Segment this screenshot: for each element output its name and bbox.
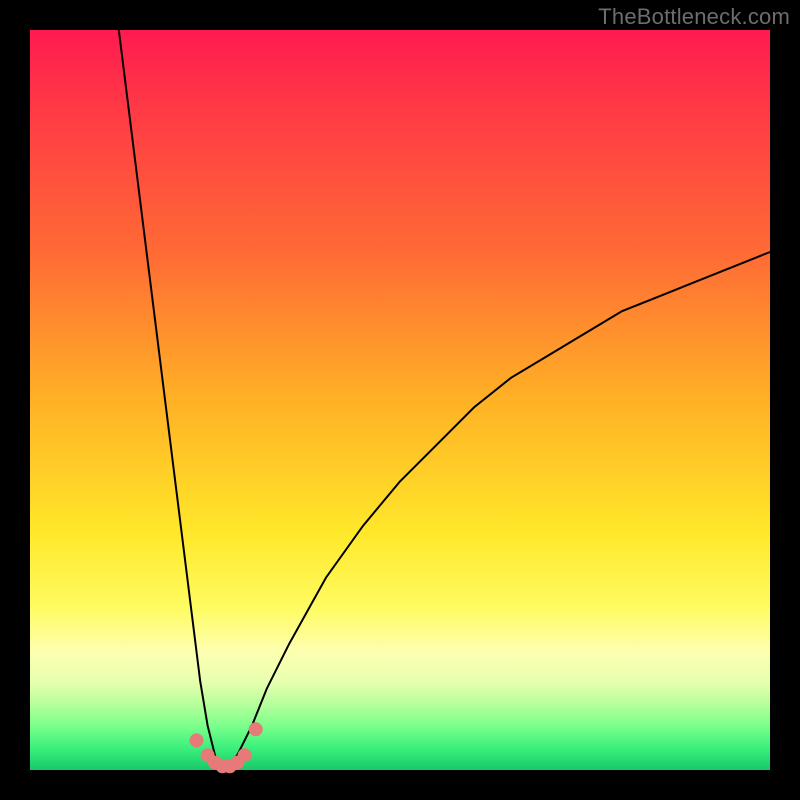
chart-frame: TheBottleneck.com [0,0,800,800]
marker-group [190,722,263,773]
highlight-dot [190,733,204,747]
highlight-dot [249,722,263,736]
highlight-dot [238,748,252,762]
plot-area [30,30,770,770]
curve-layer [30,30,770,770]
watermark-text: TheBottleneck.com [598,4,790,30]
bottleneck-curve [119,30,770,770]
